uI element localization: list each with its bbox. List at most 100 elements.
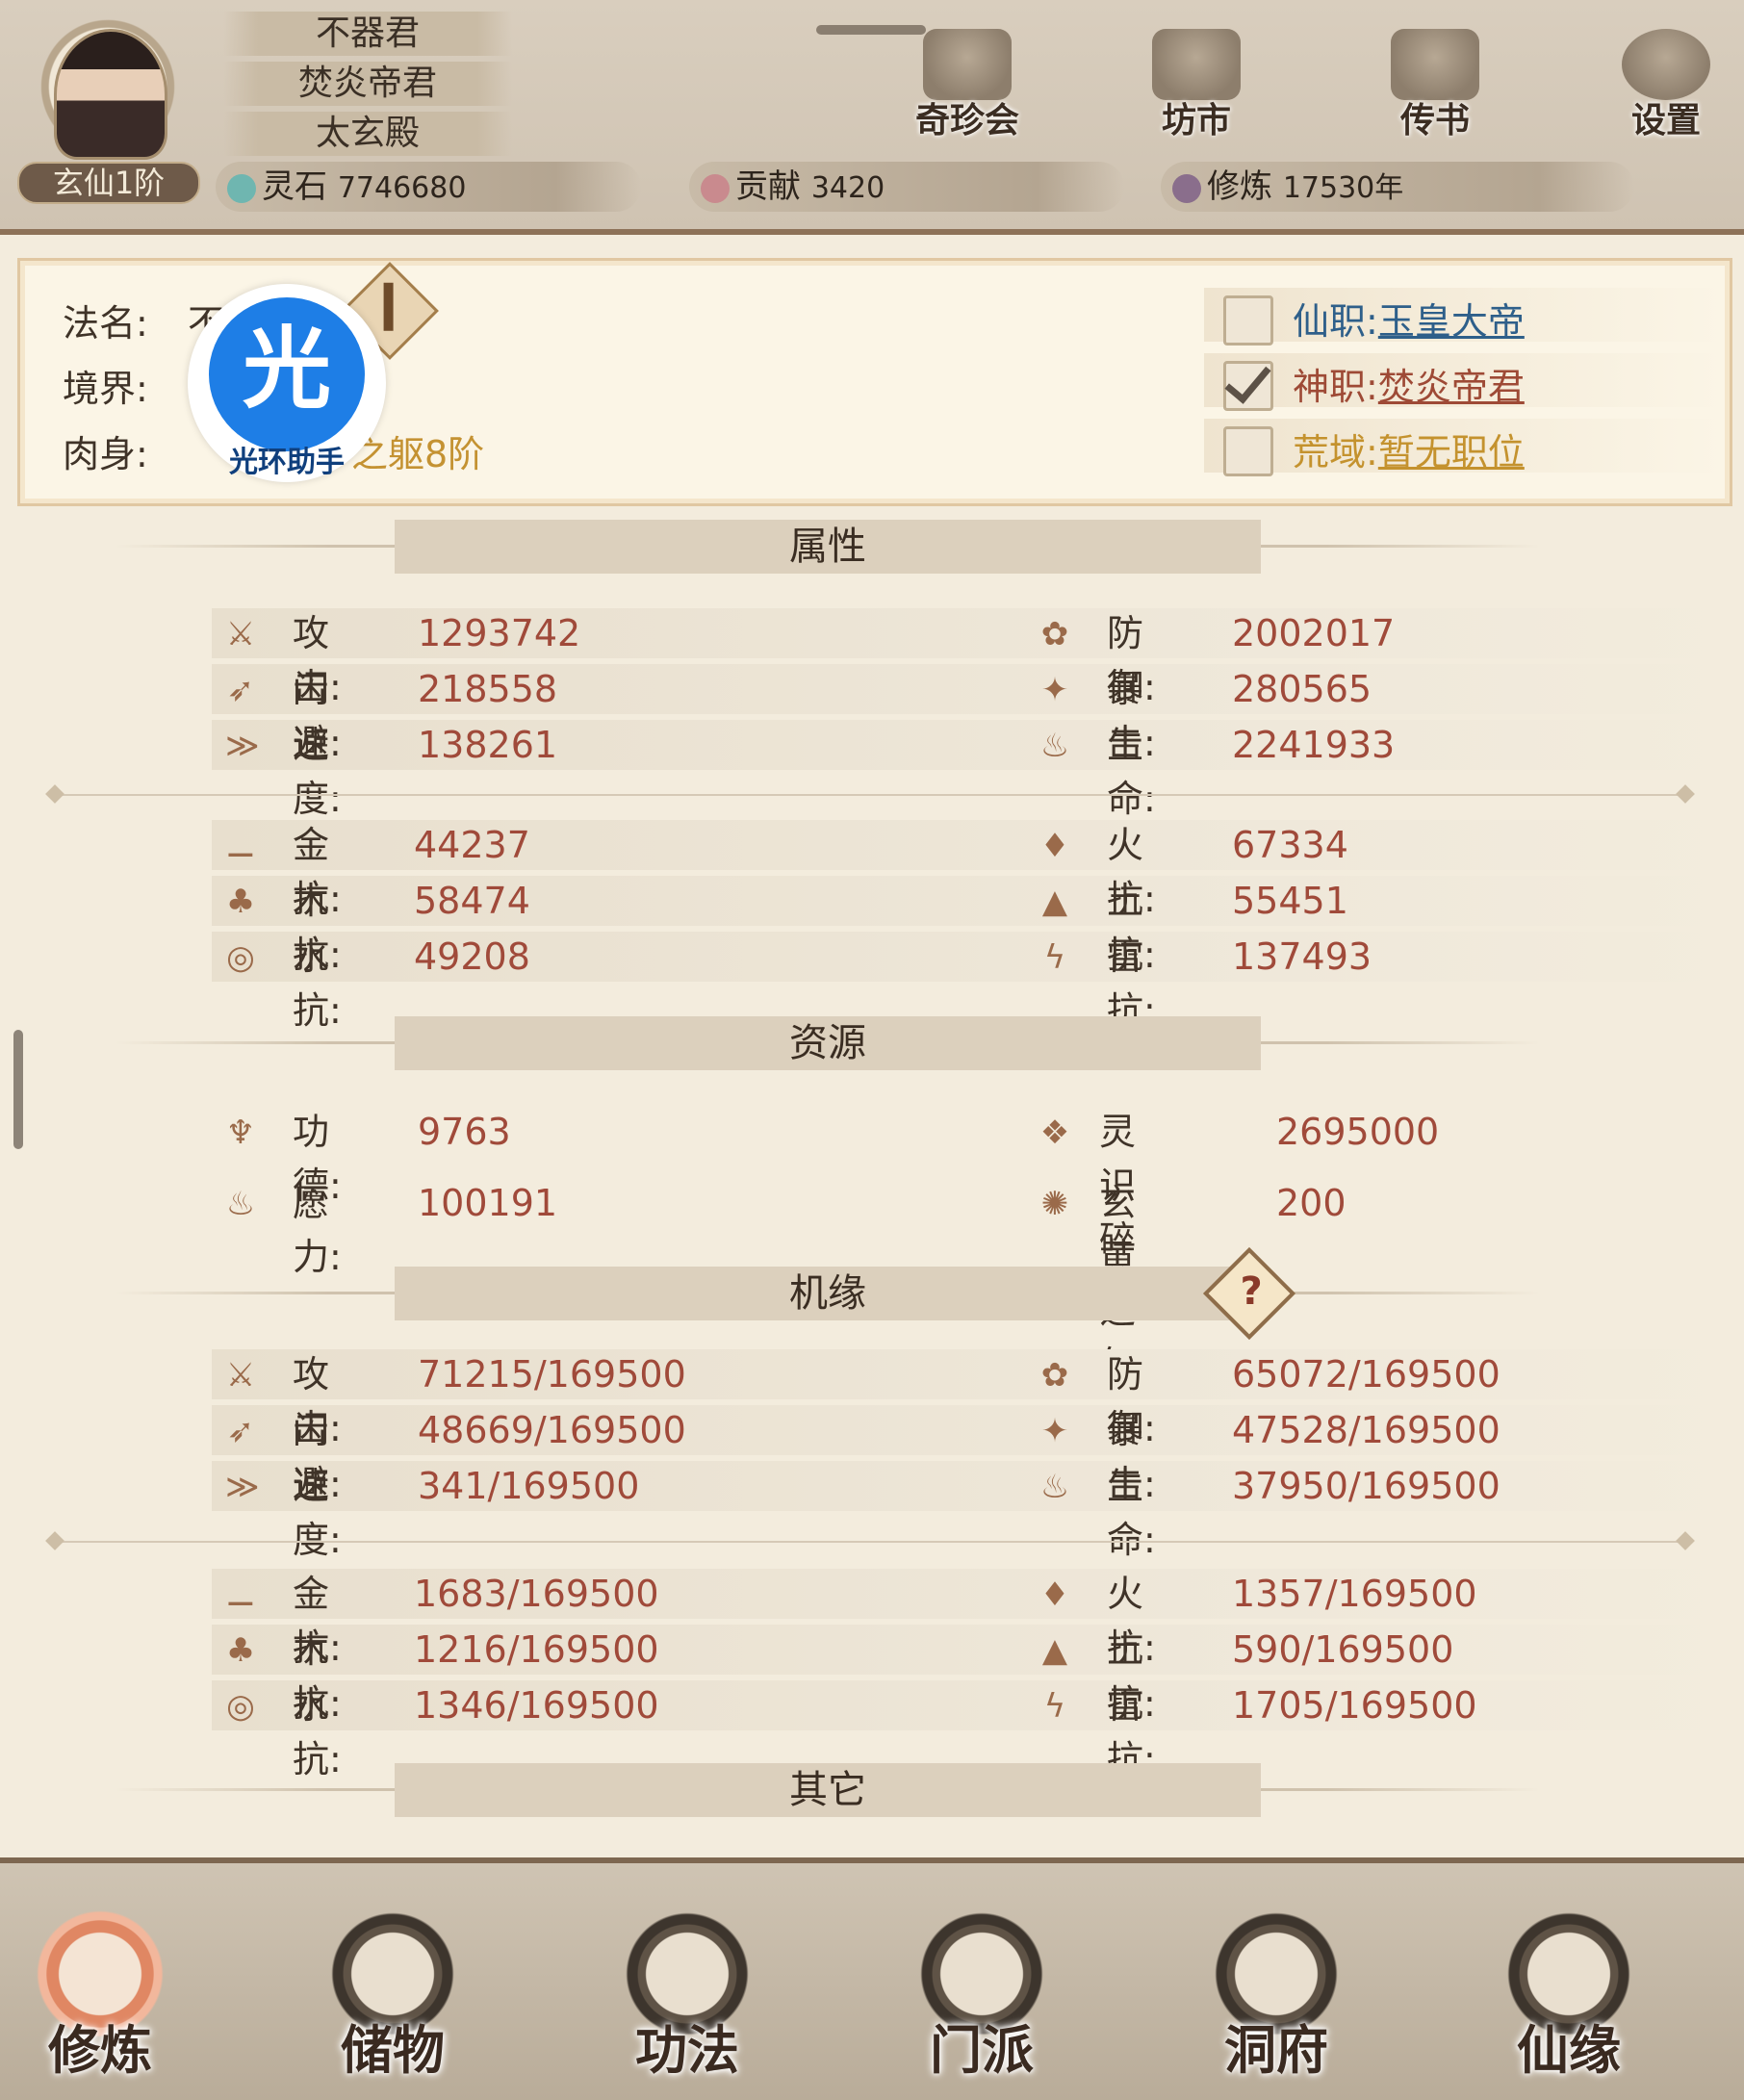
job-row-wild[interactable]: 荒域:暂无职位 bbox=[1204, 419, 1724, 476]
metal-icon: ⚊ bbox=[225, 827, 256, 865]
life-icon: ♨ bbox=[1039, 727, 1070, 765]
spirit-stone-label: 灵石 bbox=[262, 167, 327, 206]
realm-label: 境界: bbox=[63, 368, 148, 410]
section-attributes-title: 属性 bbox=[395, 520, 1261, 574]
spirit-stone-counter: 灵石 7746680 bbox=[216, 162, 641, 212]
tab-storage-label: 储物 bbox=[341, 2020, 445, 2081]
contribution-counter: 贡献 3420 bbox=[689, 162, 1124, 212]
wild-job-value[interactable]: 暂无职位 bbox=[1378, 431, 1525, 474]
settings-button[interactable]: 设置 bbox=[1603, 29, 1729, 144]
crit-icon: ✦ bbox=[1040, 671, 1069, 709]
tab-cultivate-label: 修炼 bbox=[48, 2020, 152, 2081]
divine-job-checkbox[interactable] bbox=[1223, 361, 1273, 411]
wild-job-label: 荒域: bbox=[1293, 431, 1378, 474]
attack-icon: ⚔ bbox=[225, 615, 256, 653]
earth-icon: ▲ bbox=[1041, 883, 1068, 921]
tab-cultivate[interactable]: 修炼 bbox=[13, 1902, 187, 2094]
contribution-value: 3420 bbox=[810, 171, 885, 205]
tab-fate-label: 仙缘 bbox=[1517, 2020, 1621, 2081]
letter-button[interactable]: 传书 bbox=[1372, 29, 1498, 144]
immortal-job-text[interactable]: 仙职:玉皇大帝 bbox=[1293, 292, 1525, 345]
section-other-title: 其它 bbox=[395, 1763, 1261, 1817]
section-fortune-title: 机缘 bbox=[395, 1267, 1261, 1320]
wild-job-checkbox[interactable] bbox=[1223, 426, 1273, 476]
wood-icon: ♣ bbox=[225, 1631, 256, 1670]
dodge-icon: ➶ bbox=[226, 671, 255, 709]
wild-job-text[interactable]: 荒域:暂无职位 bbox=[1293, 423, 1525, 475]
cultivation-counter: 修炼 17530年 bbox=[1161, 162, 1634, 212]
job-row-divine[interactable]: 神职:焚炎帝君 bbox=[1204, 353, 1724, 411]
divider bbox=[42, 1531, 1698, 1551]
thunder-icon: ϟ bbox=[1043, 938, 1066, 977]
tab-cave[interactable]: 洞府 bbox=[1190, 1902, 1363, 2094]
speed-icon: ≫ bbox=[225, 1468, 260, 1506]
section-other: 其它 bbox=[115, 1763, 1540, 1817]
divine-job-text[interactable]: 神职:焚炎帝君 bbox=[1293, 357, 1525, 410]
cultivation-label: 修炼 bbox=[1207, 167, 1272, 206]
defense-icon: ✿ bbox=[1040, 1356, 1069, 1395]
title-1[interactable]: 不器君 bbox=[223, 12, 512, 56]
qi-icon: ✺ bbox=[1040, 1185, 1069, 1223]
water-icon: ◎ bbox=[226, 938, 255, 977]
water-icon: ◎ bbox=[226, 1687, 255, 1726]
letter-label: 传书 bbox=[1399, 101, 1470, 141]
pavilion-icon bbox=[923, 29, 1012, 100]
divider bbox=[42, 784, 1698, 805]
tab-storage[interactable]: 储物 bbox=[306, 1902, 479, 2094]
tab-sect-label: 门派 bbox=[930, 2020, 1034, 2081]
title-3[interactable]: 太玄殿 bbox=[223, 112, 512, 156]
market-icon bbox=[1152, 29, 1241, 100]
market-button[interactable]: 坊市 bbox=[1134, 29, 1259, 144]
avatar[interactable] bbox=[54, 29, 167, 160]
defense-icon: ✿ bbox=[1040, 615, 1069, 653]
tab-fate[interactable]: 仙缘 bbox=[1482, 1902, 1655, 2094]
gear-icon bbox=[1622, 29, 1710, 100]
section-resources-title: 资源 bbox=[395, 1016, 1261, 1070]
immortal-job-checkbox[interactable] bbox=[1223, 295, 1273, 346]
scroll-icon bbox=[1391, 29, 1479, 100]
name-label: 法名: bbox=[63, 302, 148, 345]
top-header: 玄仙1阶 不器君 焚炎帝君 太玄殿 奇珍会 坊市 传书 设置 灵石 774668… bbox=[0, 0, 1744, 235]
tab-techniques-label: 功法 bbox=[635, 2020, 739, 2081]
profile-card: 法名: 不器 境界: 肉身: 之躯8阶 光 光环助手 仙职:玉皇大帝 神职:焚炎… bbox=[17, 258, 1732, 506]
qizhenhui-button[interactable]: 奇珍会 bbox=[905, 29, 1030, 144]
metal-icon: ⚊ bbox=[225, 1575, 256, 1614]
section-attributes: 属性 bbox=[115, 520, 1540, 574]
tab-techniques[interactable]: 功法 bbox=[601, 1902, 774, 2094]
earth-icon: ▲ bbox=[1041, 1631, 1068, 1670]
fire-icon: ♦ bbox=[1039, 827, 1070, 865]
rank-badge: 玄仙1阶 bbox=[17, 162, 200, 204]
immortal-job-label: 仙职: bbox=[1293, 300, 1378, 343]
thunder-icon: ϟ bbox=[1043, 1687, 1066, 1726]
crit-icon: ✦ bbox=[1040, 1412, 1069, 1450]
fire-icon: ♦ bbox=[1039, 1575, 1070, 1614]
tab-sect[interactable]: 门派 bbox=[895, 1902, 1068, 2094]
assistant-logo-icon: 光 bbox=[209, 297, 365, 451]
soul-shard-icon: ❖ bbox=[1039, 1114, 1070, 1152]
spirit-stone-icon bbox=[227, 173, 256, 203]
dodge-icon: ➶ bbox=[226, 1412, 255, 1450]
qizhenhui-label: 奇珍会 bbox=[914, 101, 1019, 141]
contribution-icon bbox=[701, 173, 730, 203]
wood-icon: ♣ bbox=[225, 883, 256, 921]
tab-cave-label: 洞府 bbox=[1224, 2020, 1328, 2081]
overlay-assistant-badge[interactable]: 光 光环助手 bbox=[188, 284, 386, 482]
body-label: 肉身: bbox=[63, 433, 148, 475]
speed-icon: ≫ bbox=[225, 727, 260, 765]
job-row-immortal[interactable]: 仙职:玉皇大帝 bbox=[1204, 288, 1724, 346]
title-2[interactable]: 焚炎帝君 bbox=[223, 62, 512, 106]
spirit-stone-value: 7746680 bbox=[337, 171, 467, 205]
help-icon[interactable]: ? bbox=[1202, 1246, 1296, 1341]
scrollbar[interactable] bbox=[13, 1030, 23, 1149]
divine-job-value[interactable]: 焚炎帝君 bbox=[1378, 366, 1525, 408]
cultivation-icon bbox=[1172, 173, 1201, 203]
cultivation-value: 17530年 bbox=[1282, 171, 1404, 205]
section-resources: 资源 bbox=[115, 1016, 1540, 1070]
settings-label: 设置 bbox=[1630, 101, 1701, 141]
assistant-label: 光环助手 bbox=[229, 446, 345, 479]
market-label: 坊市 bbox=[1161, 101, 1231, 141]
life-icon: ♨ bbox=[1039, 1468, 1070, 1506]
divine-job-label: 神职: bbox=[1293, 366, 1378, 408]
immortal-job-value[interactable]: 玉皇大帝 bbox=[1378, 300, 1525, 343]
attack-icon: ⚔ bbox=[225, 1356, 256, 1395]
